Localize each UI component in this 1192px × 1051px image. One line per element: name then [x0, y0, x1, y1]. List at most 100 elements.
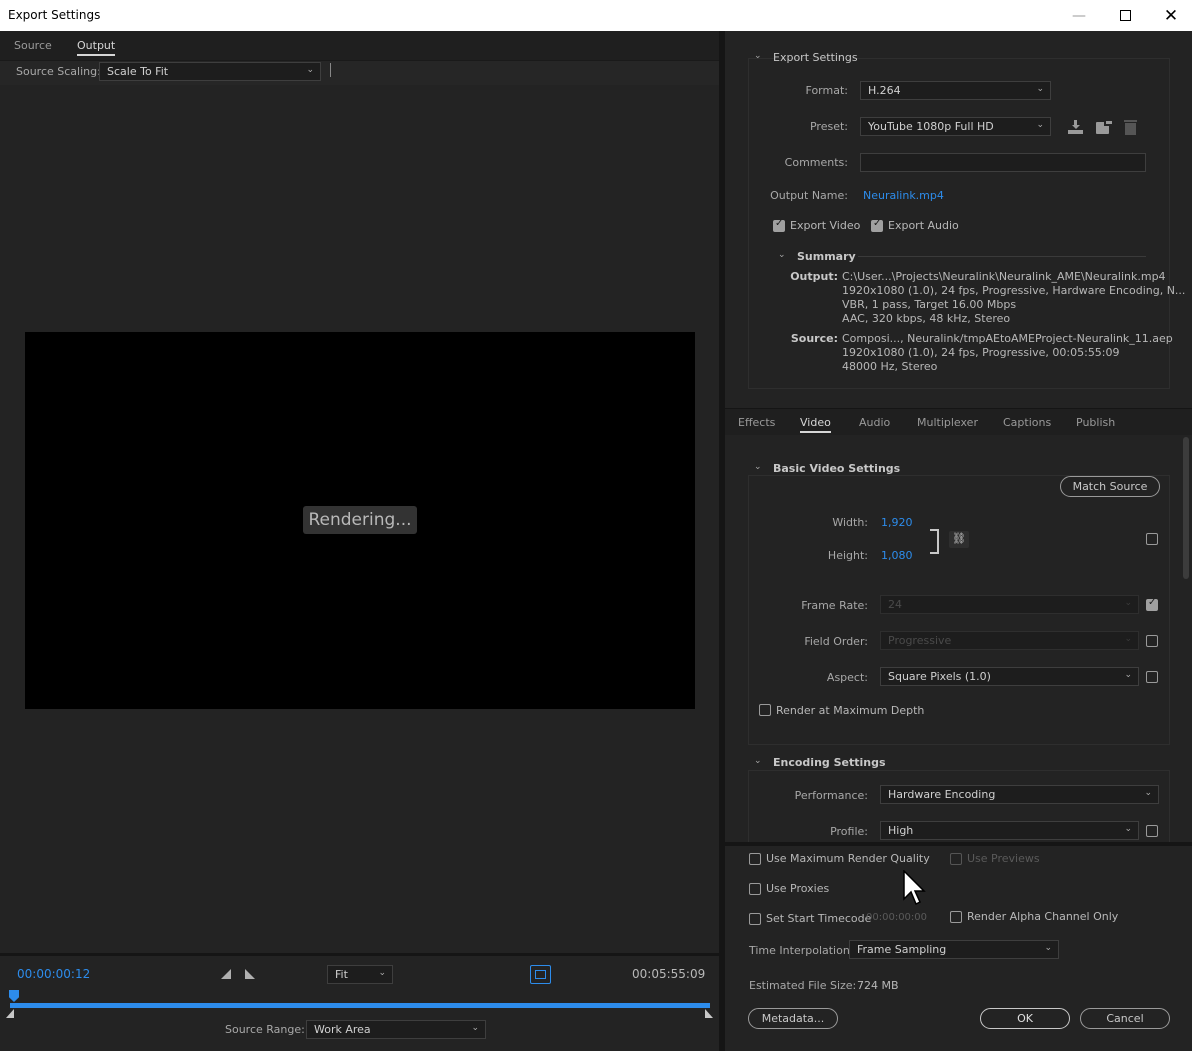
preset-dropdown[interactable]: YouTube 1080p Full HD ⌄	[860, 117, 1051, 136]
source-range-label: Source Range:	[225, 1023, 305, 1036]
zoom-value: Fit	[335, 968, 348, 981]
field-order-dropdown[interactable]: Progressive ⌄	[880, 631, 1139, 650]
tab-publish[interactable]: Publish	[1076, 416, 1115, 429]
height-value[interactable]: 1,080	[881, 549, 913, 562]
use-previews-label: Use Previews	[967, 852, 1040, 865]
set-in-point-icon[interactable]	[221, 969, 231, 979]
chevron-down-icon: ⌄	[471, 1023, 479, 1033]
chevron-down-icon: ⌄	[1124, 670, 1132, 680]
chevron-down-icon: ⌄	[378, 968, 386, 978]
max-render-quality-checkbox[interactable]	[749, 853, 761, 865]
chevron-down-icon[interactable]: ⌄	[754, 462, 762, 472]
ok-button[interactable]: OK	[980, 1008, 1070, 1029]
match-frame-rate-checkbox[interactable]	[1146, 597, 1158, 611]
delete-preset-icon[interactable]	[1124, 119, 1137, 135]
summary-source-line: Composi..., Neuralink/tmpAEtoAMEProject-…	[842, 332, 1173, 345]
export-audio-checkbox[interactable]	[871, 218, 883, 232]
tab-audio[interactable]: Audio	[859, 416, 890, 429]
render-max-depth-checkbox[interactable]	[759, 704, 771, 716]
close-icon[interactable]: ✕	[1148, 0, 1192, 31]
comments-label: Comments:	[784, 156, 848, 169]
format-dropdown[interactable]: H.264 ⌄	[860, 81, 1051, 100]
render-alpha-label: Render Alpha Channel Only	[967, 910, 1119, 923]
match-profile-checkbox[interactable]	[1146, 825, 1158, 837]
export-video-checkbox[interactable]	[773, 218, 785, 232]
set-out-point-icon[interactable]	[245, 969, 255, 979]
import-preset-icon[interactable]	[1096, 120, 1112, 134]
summary-output-line: VBR, 1 pass, Target 16.00 Mbps	[842, 298, 1017, 311]
scrollbar-thumb[interactable]	[1183, 437, 1189, 579]
frame-rate-dropdown[interactable]: 24 ⌄	[880, 595, 1139, 614]
source-scaling-dropdown[interactable]: Scale To Fit ⌄	[99, 62, 321, 81]
use-proxies-checkbox[interactable]	[749, 883, 761, 895]
chevron-down-icon[interactable]: ⌄	[754, 51, 762, 61]
match-dimensions-checkbox[interactable]	[1146, 533, 1158, 545]
match-source-button[interactable]: Match Source	[1060, 476, 1160, 497]
minimize-icon[interactable]: —	[1056, 0, 1102, 31]
match-aspect-checkbox[interactable]	[1146, 671, 1158, 683]
width-value[interactable]: 1,920	[881, 516, 913, 529]
tab-video[interactable]: Video	[800, 416, 831, 433]
summary-source-label: Source:	[790, 332, 838, 345]
comments-field[interactable]	[860, 153, 1146, 172]
performance-label: Performance:	[794, 789, 868, 802]
summary-divider	[858, 256, 1146, 257]
performance-dropdown[interactable]: Hardware Encoding ⌄	[880, 785, 1159, 804]
aspect-toggle-icon[interactable]	[530, 965, 551, 984]
mouse-cursor-icon	[903, 870, 926, 906]
chevron-down-icon: ⌄	[1036, 120, 1044, 130]
maximize-icon[interactable]	[1102, 0, 1148, 31]
start-timecode-field[interactable]: 00:00:00:00	[866, 912, 927, 923]
output-name-link[interactable]: Neuralink.mp4	[863, 189, 944, 202]
format-value: H.264	[868, 84, 901, 97]
current-timecode[interactable]: 00:00:00:12	[17, 967, 90, 981]
chevron-down-icon[interactable]: ⌄	[754, 756, 762, 766]
encoding-title: Encoding Settings	[773, 756, 886, 769]
range-start-handle[interactable]	[6, 1009, 14, 1018]
playhead-icon[interactable]	[9, 990, 19, 1002]
aspect-label: Aspect:	[826, 671, 868, 684]
range-end-handle[interactable]	[705, 1009, 713, 1018]
time-interpolation-value: Frame Sampling	[857, 943, 947, 956]
frame-rate-label: Frame Rate:	[801, 599, 868, 612]
zoom-dropdown[interactable]: Fit ⌄	[327, 965, 393, 984]
use-previews-checkbox[interactable]	[950, 853, 962, 865]
render-alpha-checkbox[interactable]	[950, 911, 962, 923]
preset-value: YouTube 1080p Full HD	[868, 120, 994, 133]
performance-value: Hardware Encoding	[888, 788, 996, 801]
tab-source[interactable]: Source	[14, 39, 52, 52]
link-icon[interactable]: ⛓	[949, 531, 969, 548]
export-settings-title: Export Settings	[773, 51, 858, 64]
use-proxies-label: Use Proxies	[766, 882, 830, 895]
set-start-timecode-checkbox[interactable]	[749, 913, 761, 925]
summary-output-line: 1920x1080 (1.0), 24 fps, Progressive, Ha…	[842, 284, 1186, 297]
dimension-link-bracket	[930, 529, 939, 554]
tab-output[interactable]: Output	[77, 39, 116, 56]
format-label: Format:	[805, 84, 848, 97]
tab-multiplexer[interactable]: Multiplexer	[917, 416, 978, 429]
timeline-scrubber[interactable]	[10, 1003, 710, 1008]
export-audio-label: Export Audio	[888, 219, 959, 232]
render-max-depth-label: Render at Maximum Depth	[776, 704, 925, 717]
rendering-indicator: Rendering...	[303, 506, 417, 534]
time-interpolation-dropdown[interactable]: Frame Sampling ⌄	[849, 940, 1059, 959]
save-preset-icon[interactable]	[1068, 120, 1083, 134]
cancel-button[interactable]: Cancel	[1080, 1008, 1170, 1029]
source-range-dropdown[interactable]: Work Area ⌄	[306, 1020, 486, 1039]
aspect-dropdown[interactable]: Square Pixels (1.0) ⌄	[880, 667, 1139, 686]
settings-tabbar: Effects Video Audio Multiplexer Captions…	[725, 408, 1192, 435]
chevron-down-icon[interactable]: ⌄	[778, 250, 786, 260]
profile-dropdown[interactable]: High ⌄	[880, 821, 1139, 840]
preview-panel: Source Output Source Scaling: Scale To F…	[0, 31, 720, 1051]
chevron-down-icon: ⌄	[1124, 598, 1132, 608]
chevron-down-icon: ⌄	[1124, 634, 1132, 644]
estimated-size-value: 724 MB	[857, 979, 899, 992]
chevron-down-icon: ⌄	[1044, 943, 1052, 953]
max-render-quality-label: Use Maximum Render Quality	[766, 852, 930, 865]
tab-captions[interactable]: Captions	[1003, 416, 1051, 429]
metadata-button[interactable]: Metadata...	[748, 1008, 838, 1029]
export-settings-panel: ⌄ Export Settings Format: H.264 ⌄ Preset…	[725, 31, 1192, 408]
estimated-size-label: Estimated File Size:	[749, 979, 857, 992]
match-field-order-checkbox[interactable]	[1146, 635, 1158, 647]
tab-effects[interactable]: Effects	[738, 416, 775, 429]
